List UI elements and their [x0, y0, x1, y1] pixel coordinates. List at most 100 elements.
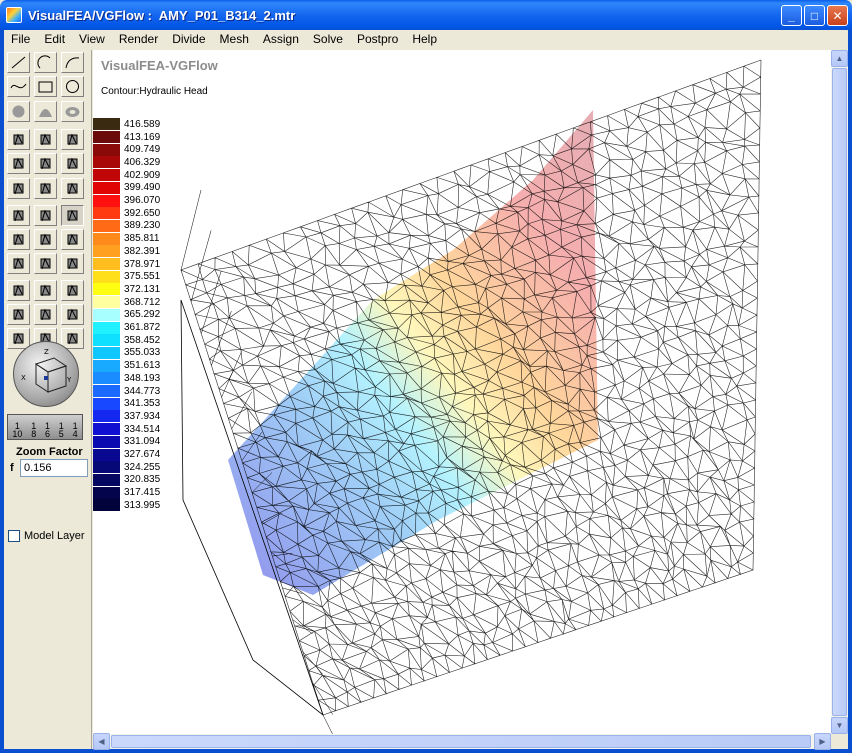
legend-swatch	[93, 499, 120, 512]
tool-button-mesh-layers[interactable]	[7, 279, 30, 301]
legend-value: 399.490	[124, 182, 161, 194]
tool-button-rectangle[interactable]	[34, 76, 57, 98]
zoom-scale-strip[interactable]: 1 10 1 8 1 6 1 5 1 4	[7, 414, 83, 440]
legend-swatch	[93, 245, 120, 258]
maximize-button[interactable]: □	[804, 5, 825, 26]
legend-entry: 313.995	[93, 499, 160, 512]
zoom-tick[interactable]: 1 4	[73, 422, 78, 439]
tool-button-select-node[interactable]	[34, 153, 57, 175]
zoom-factor-input[interactable]	[20, 459, 88, 477]
tool-button-arc[interactable]	[34, 52, 57, 73]
rectangle-icon	[38, 81, 53, 93]
tool-button-curve[interactable]	[61, 52, 84, 73]
menu-edit[interactable]: Edit	[37, 30, 72, 49]
legend-entry: 348.193	[93, 372, 160, 385]
view-orientation-gizmo[interactable]: X Y Z	[13, 341, 79, 407]
model-layer-label: Model Layer	[24, 530, 85, 542]
scroll-left-button[interactable]: ◀	[93, 733, 110, 750]
mesh-layers-icon	[13, 284, 24, 296]
legend-entry: 317.415	[93, 486, 160, 499]
menu-render[interactable]: Render	[112, 30, 165, 49]
scroll-up-button[interactable]: ▲	[831, 50, 848, 67]
model-layer-checkbox[interactable]	[8, 530, 20, 542]
tool-button-expand[interactable]	[34, 279, 57, 301]
tool-button-torus[interactable]	[61, 100, 84, 122]
tool-button-select-circle[interactable]	[7, 153, 30, 175]
shrink-icon	[67, 284, 78, 296]
menu-file[interactable]: File	[4, 30, 37, 49]
horizontal-scroll-thumb[interactable]	[111, 735, 811, 748]
tool-button-xyz[interactable]	[7, 304, 30, 325]
zoom-tick[interactable]: 1 10	[12, 422, 22, 439]
tool-button-prism[interactable]	[61, 253, 84, 275]
legend-entry: 334.514	[93, 423, 160, 436]
legend-value: 392.650	[124, 207, 161, 219]
select-edge-icon	[40, 133, 51, 146]
tool-button-select-volume[interactable]	[61, 177, 84, 199]
tool-button-block[interactable]	[7, 253, 30, 275]
legend-swatch	[93, 258, 120, 271]
scroll-right-button[interactable]: ▶	[814, 733, 831, 750]
menu-view[interactable]: View	[72, 30, 112, 49]
legend-swatch	[93, 473, 120, 486]
zoom-tick[interactable]: 1 5	[59, 422, 64, 439]
tool-button-line[interactable]	[7, 52, 30, 73]
legend-value: 348.193	[124, 372, 161, 384]
title-bar[interactable]: VisualFEA/VGFlow : AMY_P01_B314_2.mtr _ …	[0, 0, 852, 30]
tool-button-select-pointer[interactable]	[7, 128, 30, 150]
vertical-scroll-thumb[interactable]	[832, 68, 847, 716]
legend-swatch	[93, 207, 120, 220]
app-icon[interactable]	[6, 7, 22, 23]
model-layer-option[interactable]: Model Layer	[8, 530, 85, 542]
legend-swatch	[93, 118, 120, 131]
menu-divide[interactable]: Divide	[165, 30, 212, 49]
tool-button-xy[interactable]	[34, 304, 57, 325]
tool-button-circle[interactable]	[61, 76, 84, 98]
tool-button-spline[interactable]	[7, 76, 30, 98]
legend-value: 372.131	[124, 283, 161, 295]
tool-button-sphere[interactable]	[7, 100, 30, 122]
tool-button-sweep[interactable]	[7, 204, 30, 226]
legend-value: 313.995	[124, 499, 161, 511]
menu-solve[interactable]: Solve	[306, 30, 350, 49]
menu-mesh[interactable]: Mesh	[213, 30, 256, 49]
tool-button-select-face[interactable]	[34, 177, 57, 199]
zoom-factor-prefix: f	[10, 462, 14, 474]
zoom-tick[interactable]: 1 6	[45, 422, 50, 439]
vertical-scrollbar[interactable]: ▲ ▼	[831, 50, 848, 734]
legend-swatch	[93, 346, 120, 359]
orientation-cube-icon: X Y Z	[21, 348, 72, 393]
legend-swatch	[93, 181, 120, 194]
menu-assign[interactable]: Assign	[256, 30, 306, 49]
dome-icon	[39, 108, 52, 117]
tool-button-box[interactable]	[7, 229, 30, 251]
scroll-down-button[interactable]: ▼	[831, 717, 848, 734]
tool-button-move-node[interactable]	[7, 177, 30, 199]
tool-button-extrude[interactable]	[34, 204, 57, 226]
grid-box-icon	[40, 233, 51, 246]
tool-button-zx[interactable]	[61, 304, 84, 325]
tool-button-shrink[interactable]	[61, 279, 84, 301]
tool-button-rotate-box[interactable]	[61, 229, 84, 251]
legend-value: 365.292	[124, 309, 161, 321]
tool-button-render-select[interactable]	[61, 204, 84, 226]
sphere-icon	[12, 105, 25, 118]
tool-button-select-surface[interactable]	[61, 128, 84, 150]
menu-postpro[interactable]: Postpro	[350, 30, 405, 49]
close-button[interactable]: ✕	[827, 5, 848, 26]
tool-button-grid-box[interactable]	[34, 229, 57, 251]
tool-button-dome[interactable]	[34, 100, 57, 122]
legend-swatch	[93, 131, 120, 144]
zoom-tick[interactable]: 1 8	[31, 422, 36, 439]
legend-swatch	[93, 219, 120, 232]
model-viewport[interactable]: VisualFEA-VGFlow Contour:Hydraulic Head …	[93, 50, 831, 734]
tool-button-cube-mesh[interactable]	[34, 253, 57, 275]
tool-button-select-block[interactable]	[61, 153, 84, 175]
legend-value: 375.551	[124, 271, 161, 283]
menu-help[interactable]: Help	[405, 30, 444, 49]
horizontal-scrollbar[interactable]: ◀ ▶	[93, 733, 831, 750]
minimize-button[interactable]: _	[781, 5, 802, 26]
tool-button-select-edge[interactable]	[34, 128, 57, 150]
legend-value: 361.872	[124, 322, 161, 334]
legend-value: 337.934	[124, 410, 161, 422]
